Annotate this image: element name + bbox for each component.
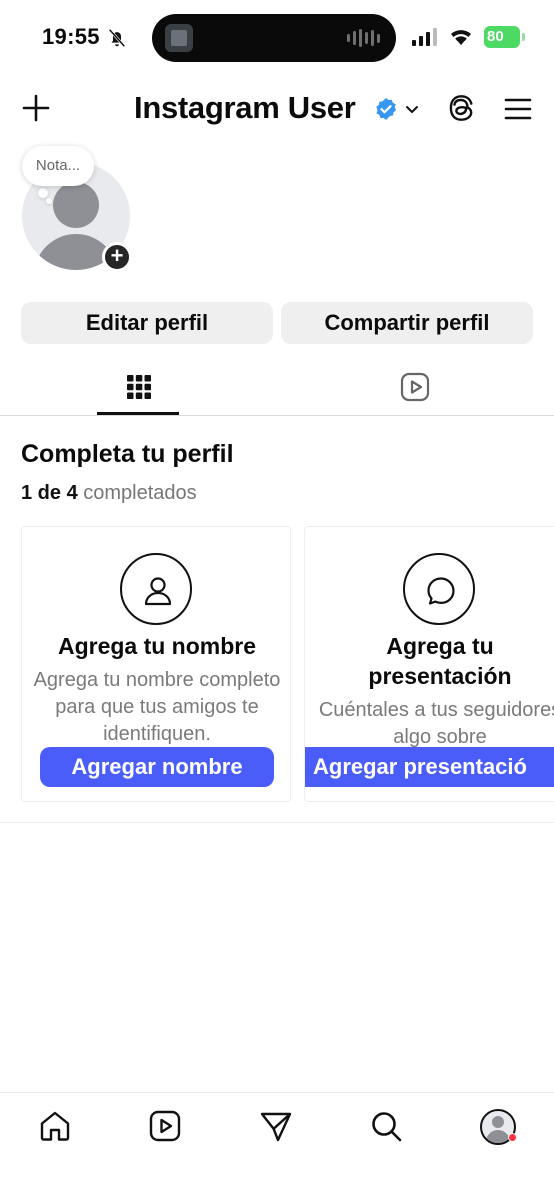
battery-indicator: 80 [484, 26, 520, 48]
wifi-icon [451, 30, 471, 45]
status-time: 19:55 [42, 24, 100, 49]
share-profile-button[interactable]: Compartir perfil [281, 302, 533, 344]
add-bio-button[interactable]: Agregar presentació [305, 747, 554, 787]
complete-profile-progress: 1 de 4 completados [21, 482, 197, 505]
threads-icon[interactable] [446, 93, 476, 123]
dynamic-island[interactable] [152, 14, 396, 62]
card-icon-circle [120, 553, 192, 625]
home-icon[interactable] [38, 1109, 72, 1143]
add-story-icon[interactable]: + [102, 242, 132, 272]
card-title: Agrega tu nombre [57, 633, 257, 659]
add-bio-card: Agrega tu presentación Cuéntales a tus s… [304, 526, 554, 802]
profile-header: Instagram User [0, 84, 554, 134]
plus-icon[interactable] [22, 94, 50, 122]
now-playing-artwork [165, 24, 193, 52]
section-divider [0, 822, 554, 823]
user-icon [144, 577, 172, 606]
grid-icon[interactable] [126, 374, 152, 400]
note-bubble-tail-small [46, 198, 52, 204]
note-bubble[interactable]: Nota... [22, 146, 94, 186]
edit-profile-button[interactable]: Editar perfil [21, 302, 273, 344]
complete-profile-title: Completa tu perfil [21, 440, 234, 468]
card-description: Cuéntales a tus seguidores algo sobre [318, 699, 554, 748]
profile-tabs [0, 360, 554, 416]
search-icon[interactable] [369, 1109, 403, 1143]
menu-icon[interactable] [504, 96, 532, 122]
progress-label: completados [83, 482, 197, 504]
notification-dot [508, 1133, 517, 1142]
send-icon[interactable] [259, 1109, 293, 1143]
profile-username[interactable]: Instagram User [134, 90, 356, 126]
bottom-nav [0, 1092, 554, 1200]
battery-tip [522, 33, 525, 41]
progress-count: 1 de 4 [21, 482, 78, 504]
verified-icon [376, 98, 397, 120]
avatar-silhouette-head [53, 182, 99, 228]
add-name-card: Agrega tu nombre Agrega tu nombre comple… [21, 526, 291, 802]
cellular-signal-icon [412, 28, 437, 46]
avatar-silhouette-head [492, 1116, 504, 1128]
audio-waveform-icon [347, 28, 380, 48]
note-bubble-tail [38, 188, 48, 198]
card-description: Agrega tu nombre completo para que tus a… [33, 669, 281, 745]
card-icon-circle [403, 553, 475, 625]
chevron-down-icon[interactable] [404, 101, 420, 117]
add-name-button[interactable]: Agregar nombre [40, 747, 274, 787]
bell-slash-icon [108, 28, 126, 48]
status-bar: 19:55 80 [0, 0, 554, 76]
avatar-silhouette-body [486, 1130, 510, 1143]
active-tab-indicator [97, 412, 179, 415]
reels-icon[interactable] [148, 1109, 182, 1143]
card-title: Agrega tu presentación [368, 633, 512, 689]
reels-icon[interactable] [400, 372, 430, 402]
speech-bubble-icon [427, 577, 455, 605]
